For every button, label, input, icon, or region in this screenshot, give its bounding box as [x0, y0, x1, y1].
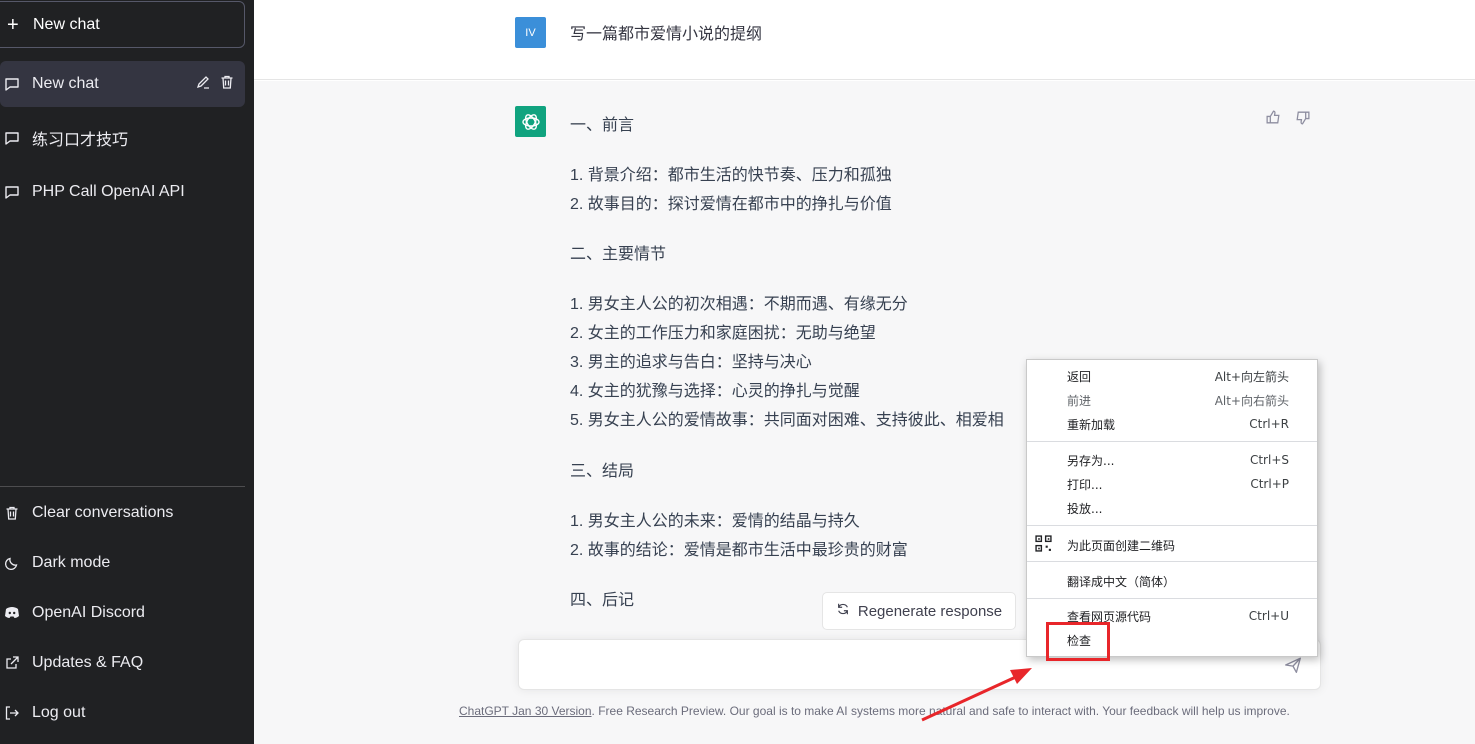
answer-list-item: 2. 故事目的：探讨爱情在都市中的挣扎与价值: [570, 196, 892, 213]
sidebar-item-label: PHP Call OpenAI API: [32, 183, 185, 200]
regenerate-button[interactable]: Regenerate response: [822, 592, 1016, 630]
qr-code-icon: [1035, 535, 1052, 555]
answer-list-item: 1. 男女主人公的未来：爱情的结晶与持久: [570, 513, 860, 530]
trash-icon[interactable]: [219, 74, 235, 95]
version-link[interactable]: ChatGPT Jan 30 Version: [459, 704, 592, 718]
menu-item-shortcut: Ctrl+P: [1250, 477, 1289, 491]
highlight-box: [1046, 622, 1110, 661]
new-chat-label: New chat: [33, 15, 100, 33]
footer-disclaimer: ChatGPT Jan 30 Version. Free Research Pr…: [459, 704, 1290, 718]
clear-conversations-button[interactable]: Clear conversations: [0, 490, 245, 536]
context-menu: 返回 Alt+向左箭头 前进 Alt+向右箭头 重新加载 Ctrl+R 另存为.…: [1026, 359, 1318, 657]
menu-separator: [1027, 598, 1317, 599]
footer-text: . Free Research Preview. Our goal is to …: [591, 704, 1290, 718]
context-menu-translate[interactable]: 翻译成中文（简体）: [1027, 570, 1317, 592]
send-icon[interactable]: [1284, 656, 1302, 679]
menu-item-shortcut: Alt+向右箭头: [1214, 393, 1289, 408]
openai-discord-label: OpenAI Discord: [32, 604, 145, 621]
thumbs-up-icon[interactable]: [1265, 109, 1282, 131]
answer-section-title: 三、结局: [570, 463, 635, 480]
discord-icon: [4, 605, 32, 621]
chat-bubble-icon: [4, 130, 32, 146]
menu-item-label: 投放...: [1067, 501, 1103, 516]
openai-logo-icon: [515, 106, 546, 137]
dark-mode-button[interactable]: Dark mode: [0, 540, 245, 586]
edit-icon[interactable]: [195, 74, 211, 95]
new-chat-button[interactable]: + New chat: [0, 1, 245, 48]
answer-list-item: 2. 女主的工作压力和家庭困扰：无助与绝望: [570, 325, 876, 342]
menu-item-label: 为此页面创建二维码: [1067, 538, 1176, 553]
menu-item-label: 重新加载: [1067, 417, 1116, 432]
user-message: 写一篇都市爱情小说的提纲: [570, 26, 763, 43]
answer-list-item: 4. 女主的犹豫与选择：心灵的挣扎与觉醒: [570, 383, 860, 400]
user-message-row: IV 写一篇都市爱情小说的提纲: [254, 0, 1475, 80]
context-menu-save-as[interactable]: 另存为... Ctrl+S: [1027, 449, 1317, 471]
avatar: IV: [515, 17, 546, 48]
answer-list-item: 1. 背景介绍：都市生活的快节奏、压力和孤独: [570, 167, 892, 184]
menu-item-label: 另存为...: [1067, 453, 1115, 468]
menu-item-label: 打印...: [1067, 477, 1103, 492]
answer-list-item: 3. 男主的追求与告白：坚持与决心: [570, 354, 812, 371]
answer-section-title: 一、前言: [570, 117, 635, 134]
sidebar-divider: [0, 486, 245, 487]
sidebar: + New chat New chat 练习口才技巧 PHP Call Open…: [0, 0, 254, 744]
menu-item-shortcut: Ctrl+S: [1249, 453, 1289, 467]
answer-list-item: 1. 男女主人公的初次相遇：不期而遇、有缘无分: [570, 296, 908, 313]
external-link-icon: [4, 655, 32, 671]
context-menu-cast[interactable]: 投放...: [1027, 497, 1317, 519]
context-menu-back[interactable]: 返回 Alt+向左箭头: [1027, 365, 1317, 387]
context-menu-forward[interactable]: 前进 Alt+向右箭头: [1027, 389, 1317, 411]
clear-conversations-label: Clear conversations: [32, 504, 174, 521]
logout-button[interactable]: Log out: [0, 690, 245, 736]
moon-icon: [4, 555, 32, 571]
menu-separator: [1027, 441, 1317, 442]
updates-faq-label: Updates & FAQ: [32, 654, 144, 671]
answer-section-title: 四、后记: [570, 592, 635, 609]
plus-icon: +: [7, 13, 19, 36]
regenerate-label: Regenerate response: [857, 602, 1003, 620]
answer-list-item: 5. 男女主人公的爱情故事：共同面对困难、支持彼此、相爱相: [570, 412, 1004, 429]
answer-list-item: 2. 故事的结论：爱情是都市生活中最珍贵的财富: [570, 542, 908, 559]
answer-section-title: 二、主要情节: [570, 246, 667, 263]
menu-separator: [1027, 561, 1317, 562]
openai-discord-link[interactable]: OpenAI Discord: [0, 590, 245, 636]
logout-icon: [4, 705, 32, 721]
menu-item-shortcut: Alt+向左箭头: [1214, 369, 1289, 384]
context-menu-print[interactable]: 打印... Ctrl+P: [1027, 473, 1317, 495]
menu-item-shortcut: Ctrl+U: [1248, 609, 1289, 623]
context-menu-reload[interactable]: 重新加载 Ctrl+R: [1027, 413, 1317, 435]
menu-item-label: 翻译成中文（简体）: [1067, 574, 1176, 589]
sidebar-item-new-chat[interactable]: New chat: [0, 61, 245, 107]
menu-item-label: 前进: [1067, 393, 1092, 408]
thumbs-down-icon[interactable]: [1294, 109, 1311, 131]
refresh-icon: [836, 602, 850, 620]
sidebar-item-conversation[interactable]: PHP Call OpenAI API: [0, 169, 245, 215]
context-menu-create-qr[interactable]: 为此页面创建二维码: [1027, 534, 1317, 556]
updates-faq-link[interactable]: Updates & FAQ: [0, 640, 245, 686]
chat-bubble-icon: [4, 76, 32, 92]
menu-item-shortcut: Ctrl+R: [1249, 417, 1289, 431]
sidebar-item-conversation[interactable]: 练习口才技巧: [0, 115, 245, 161]
dark-mode-label: Dark mode: [32, 554, 111, 571]
menu-separator: [1027, 525, 1317, 526]
sidebar-item-label: New chat: [32, 75, 99, 92]
sidebar-item-label: 练习口才技巧: [32, 132, 129, 149]
chat-bubble-icon: [4, 184, 32, 200]
logout-label: Log out: [32, 704, 86, 721]
trash-icon: [4, 505, 32, 521]
menu-item-label: 返回: [1067, 369, 1092, 384]
